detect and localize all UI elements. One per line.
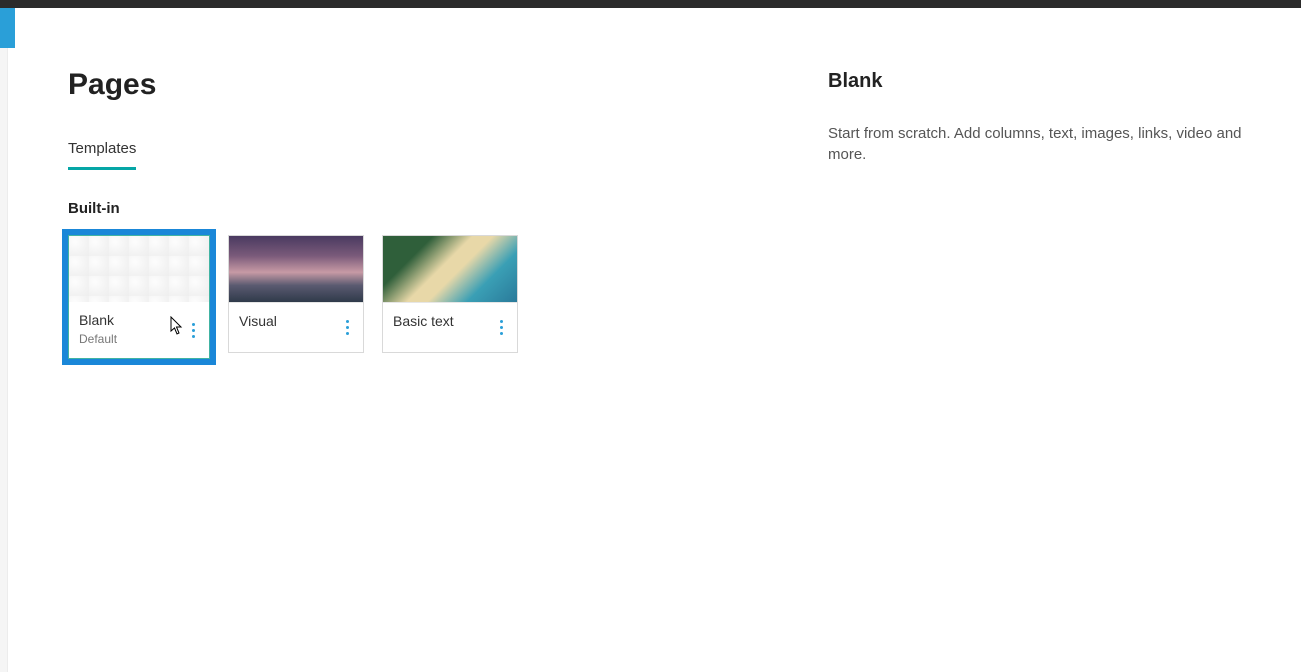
more-vertical-icon[interactable] bbox=[337, 314, 357, 342]
templates-column: Pages Templates Built-in Blank Default bbox=[68, 68, 808, 359]
template-card-body: Blank Default bbox=[69, 302, 209, 358]
detail-title: Blank bbox=[828, 70, 1278, 93]
template-card-blank[interactable]: Blank Default bbox=[68, 235, 210, 359]
accent-strip bbox=[0, 8, 15, 48]
template-title: Basic text bbox=[393, 313, 507, 329]
left-gutter bbox=[0, 48, 8, 672]
template-thumb-blank bbox=[69, 236, 209, 302]
template-card-visual[interactable]: Visual bbox=[228, 235, 364, 353]
more-vertical-icon[interactable] bbox=[491, 314, 511, 342]
detail-column: Blank Start from scratch. Add columns, t… bbox=[808, 68, 1278, 359]
template-card-body: Basic text bbox=[383, 302, 517, 352]
page-title: Pages bbox=[68, 68, 808, 102]
section-heading-builtin: Built-in bbox=[68, 200, 808, 217]
template-subtitle: Default bbox=[79, 332, 199, 346]
top-bar bbox=[0, 0, 1301, 8]
more-vertical-icon[interactable] bbox=[183, 316, 203, 344]
template-cards: Blank Default Visual bbox=[68, 235, 808, 359]
template-card-body: Visual bbox=[229, 302, 363, 352]
tab-templates[interactable]: Templates bbox=[68, 132, 136, 170]
template-title: Blank bbox=[79, 312, 199, 328]
tabs: Templates bbox=[68, 132, 808, 170]
template-title: Visual bbox=[239, 313, 353, 329]
template-card-basic-text[interactable]: Basic text bbox=[382, 235, 518, 353]
template-thumb-basic-text bbox=[383, 236, 517, 302]
template-thumb-visual bbox=[229, 236, 363, 302]
main-content: Pages Templates Built-in Blank Default bbox=[0, 8, 1301, 359]
detail-description: Start from scratch. Add columns, text, i… bbox=[828, 123, 1278, 165]
